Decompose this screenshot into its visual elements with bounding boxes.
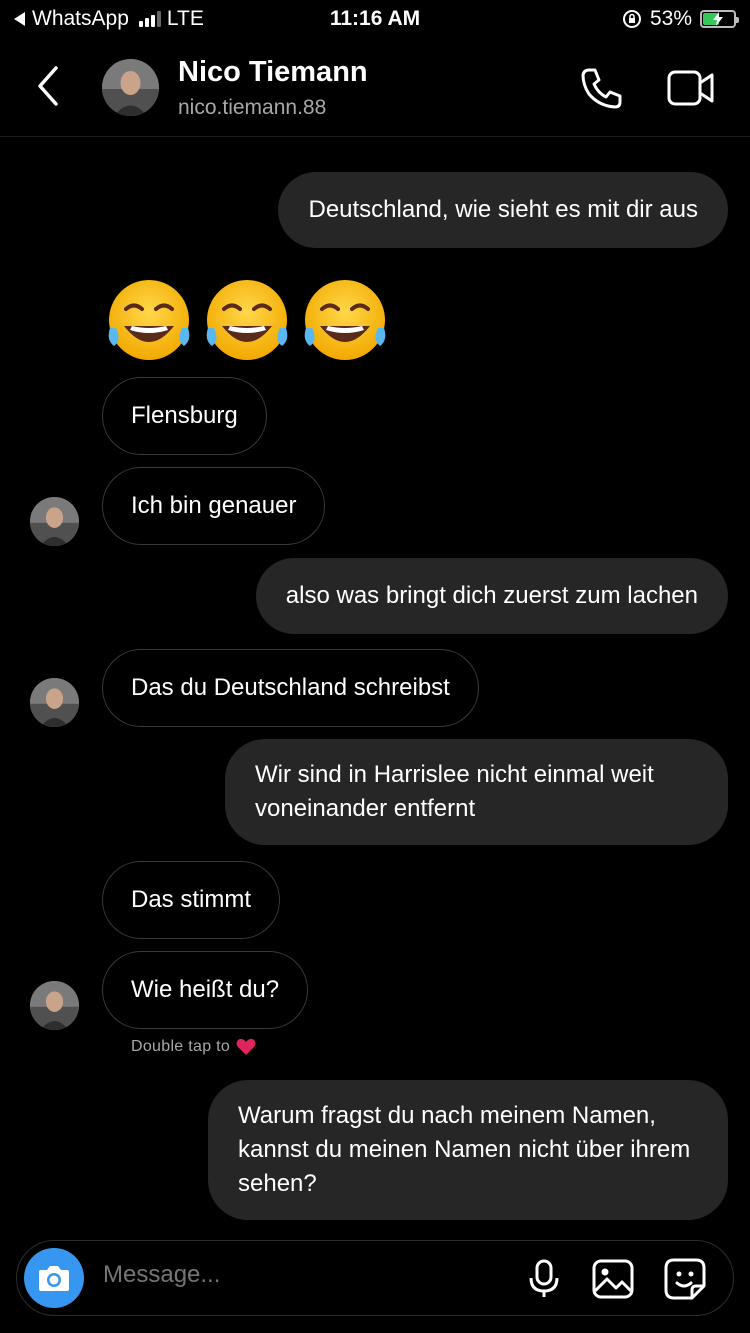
message-text: Das stimmt (131, 886, 251, 913)
message-text: Wie heißt du? (131, 976, 280, 1003)
message-received[interactable]: Das du Deutschland schreibst (102, 649, 479, 727)
message-sent[interactable]: Deutschland, wie sieht es mit dir aus (278, 172, 728, 248)
message-received[interactable]: Ich bin genauer (102, 467, 326, 545)
gallery-button[interactable] (592, 1259, 634, 1304)
message-input[interactable] (103, 1261, 503, 1289)
battery-charging-icon (700, 10, 739, 28)
laughing-emoji-icon (304, 280, 386, 360)
message-text: Das du Deutschland schreibst (131, 674, 450, 701)
contact-name[interactable]: Nico Tiemann (178, 56, 368, 89)
message-text: Warum fragst du nach meinem Namen, kanns… (238, 1102, 691, 1197)
phone-icon (581, 68, 622, 109)
message-text: Flensburg (131, 402, 238, 429)
video-camera-icon (667, 70, 714, 106)
chat-header: Nico Tiemann nico.tiemann.88 (0, 40, 750, 137)
camera-button[interactable] (24, 1248, 84, 1308)
laughing-emoji-icon (108, 280, 190, 360)
message-composer (16, 1240, 734, 1316)
video-call-button[interactable] (667, 69, 715, 112)
message-sent[interactable]: Warum fragst du nach meinem Namen, kanns… (208, 1080, 728, 1220)
heart-icon (236, 1038, 256, 1055)
contact-handle[interactable]: nico.tiemann.88 (178, 96, 326, 120)
laughing-emoji-icon (206, 280, 288, 360)
message-received[interactable]: Wie heißt du? (102, 951, 309, 1029)
sender-avatar[interactable] (30, 497, 79, 546)
battery-percent: 53% (649, 7, 692, 30)
message-text: Wir sind in Harrislee nicht einmal weit … (255, 761, 654, 822)
double-tap-hint-text: Double tap to (131, 1038, 231, 1055)
message-received[interactable]: Flensburg (102, 377, 267, 455)
gallery-icon (592, 1259, 634, 1299)
message-text: Ich bin genauer (131, 492, 297, 519)
sticker-button[interactable] (664, 1258, 706, 1305)
contact-avatar[interactable] (102, 59, 159, 116)
sticker-icon (664, 1258, 706, 1300)
message-sent[interactable]: also was bringt dich zuerst zum lachen (255, 558, 728, 634)
status-right-group: 53% (622, 7, 739, 31)
orientation-lock-icon (622, 10, 641, 28)
back-button[interactable] (36, 66, 60, 111)
sender-avatar[interactable] (30, 981, 79, 1030)
emoji-message[interactable]: 😂😂😂 (104, 276, 404, 366)
audio-call-button[interactable] (580, 66, 624, 115)
message-text: also was bringt dich zuerst zum lachen (285, 582, 698, 609)
double-tap-hint: Double tap to (131, 1038, 256, 1056)
voice-message-button[interactable] (527, 1259, 561, 1304)
camera-icon (39, 1266, 69, 1291)
microphone-icon (529, 1259, 559, 1297)
sender-avatar[interactable] (30, 678, 79, 727)
status-bar: WhatsApp LTE 11:16 AM 53% (0, 0, 750, 40)
chevron-left-icon (38, 66, 58, 106)
message-sent[interactable]: Wir sind in Harrislee nicht einmal weit … (225, 739, 728, 845)
message-received[interactable]: Das stimmt (102, 861, 280, 939)
message-text: Deutschland, wie sieht es mit dir aus (308, 196, 698, 223)
